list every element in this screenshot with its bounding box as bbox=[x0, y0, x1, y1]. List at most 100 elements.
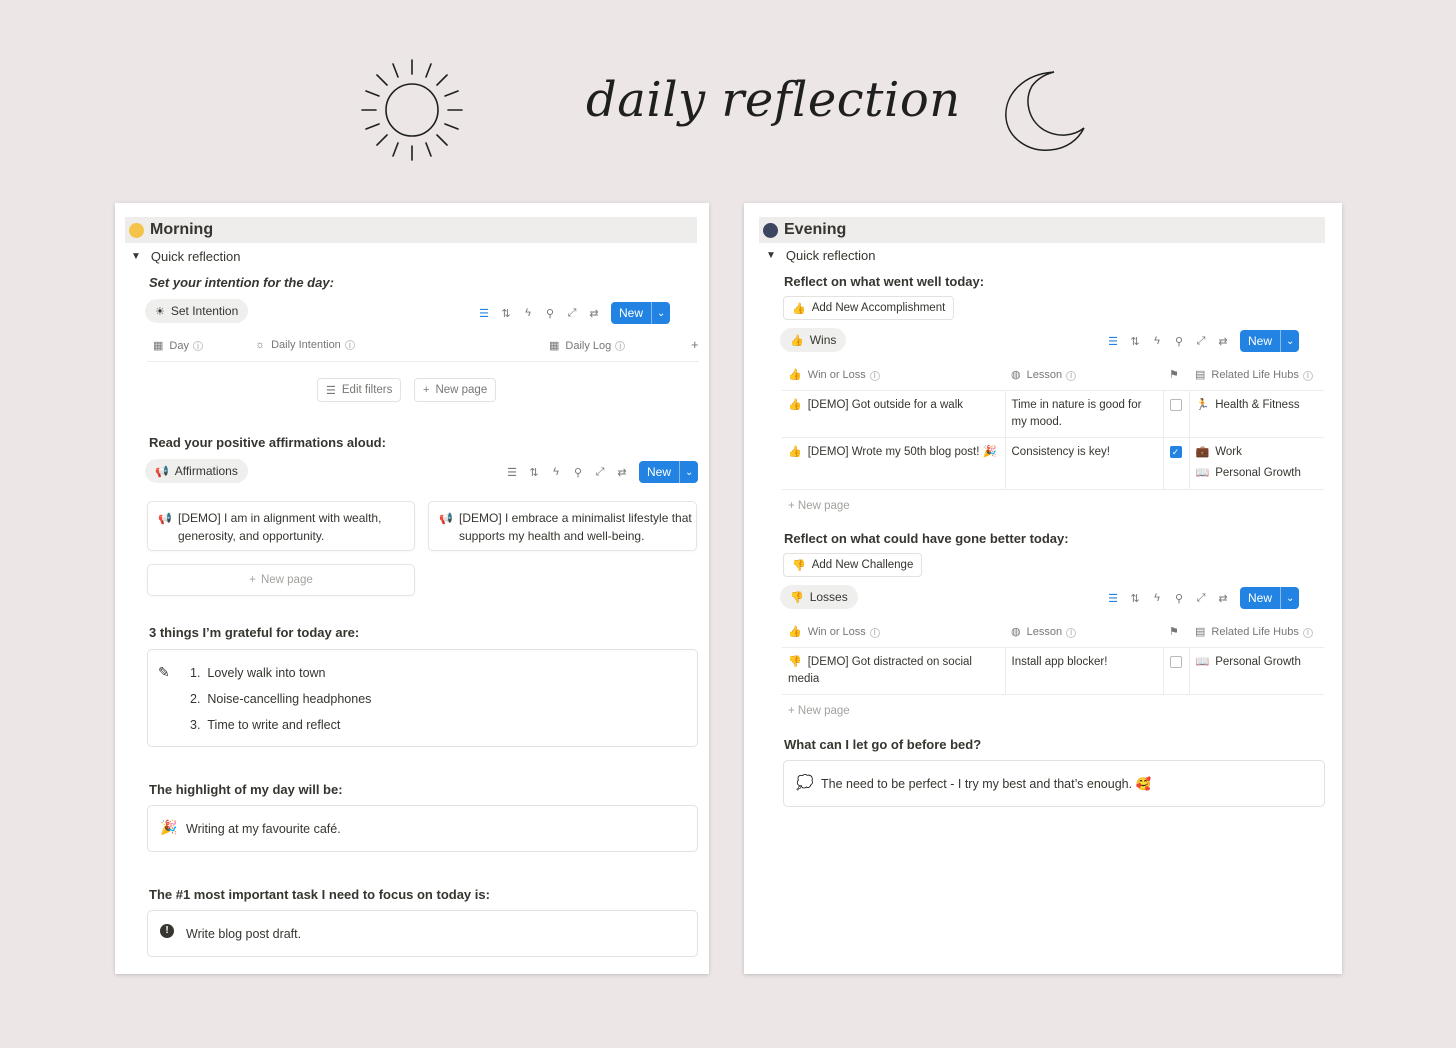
checkbox-checked[interactable]: ✓ bbox=[1169, 445, 1182, 458]
hubs-cell[interactable]: 📖 Personal Growth bbox=[1188, 647, 1324, 695]
col-daily-intention[interactable]: ☼ Daily Intention i bbox=[255, 339, 355, 351]
info-icon: i bbox=[869, 627, 880, 638]
let-go-question: What can I let go of before bed? bbox=[784, 737, 982, 752]
lesson-cell[interactable]: Time in nature is good for my mood. bbox=[1004, 390, 1163, 438]
losses-view-tab[interactable]: 👎 Losses bbox=[780, 585, 858, 609]
party-popper-icon: 🎉 bbox=[160, 819, 178, 835]
new-page-card[interactable]: + New page bbox=[147, 564, 415, 596]
col-flag[interactable]: ⚑ bbox=[1163, 618, 1189, 648]
automation-icon[interactable]: ϟ bbox=[545, 466, 567, 478]
chevron-down-icon[interactable]: ⌄ bbox=[1280, 587, 1299, 609]
sort-icon[interactable]: ⇅ bbox=[523, 466, 545, 479]
checkbox-cell[interactable]: ✓ bbox=[1162, 437, 1189, 490]
new-page-row[interactable]: + New page bbox=[782, 489, 1324, 521]
chevron-down-icon[interactable]: ⌄ bbox=[1280, 330, 1299, 352]
lesson-cell[interactable]: Consistency is key! bbox=[1004, 437, 1163, 490]
filter-icon: ☰ bbox=[326, 384, 336, 397]
expand-icon[interactable]: ⤢ bbox=[589, 466, 611, 479]
table-row[interactable]: 👍 [DEMO] Wrote my 50th blog post! 🎉 Consi… bbox=[782, 437, 1324, 490]
table-row[interactable]: 👎 [DEMO] Got distracted on social media I… bbox=[782, 647, 1324, 695]
quick-reflection-toggle[interactable]: ▼ Quick reflection bbox=[131, 249, 241, 264]
col-related-life-hubs[interactable]: ▤ Related Life Hubs i bbox=[1189, 618, 1324, 648]
automation-icon[interactable]: ϟ bbox=[1146, 592, 1168, 604]
checkbox[interactable] bbox=[1169, 398, 1182, 411]
search-icon[interactable]: ⚲ bbox=[1168, 335, 1190, 348]
chevron-down-icon[interactable]: ⌄ bbox=[679, 461, 698, 483]
sort-icon[interactable]: ⇅ bbox=[495, 307, 517, 320]
col-lesson[interactable]: ◍ Lesson i bbox=[1005, 361, 1163, 391]
sort-icon[interactable]: ⇅ bbox=[1124, 335, 1146, 348]
new-button[interactable]: New ⌄ bbox=[1240, 330, 1300, 352]
chevron-down-icon[interactable]: ⌄ bbox=[651, 302, 670, 324]
add-accomplishment-button[interactable]: 👍 Add New Accomplishment bbox=[783, 296, 955, 320]
col-related-life-hubs[interactable]: ▤ Related Life Hubs i bbox=[1189, 361, 1324, 391]
hub-tag[interactable]: 📖 Personal Growth bbox=[1196, 465, 1319, 482]
search-icon[interactable]: ⚲ bbox=[539, 307, 561, 320]
hubs-cell[interactable]: 💼 Work 📖 Personal Growth bbox=[1188, 437, 1324, 490]
wins-view-tab[interactable]: 👍 Wins bbox=[780, 328, 847, 352]
new-page-button[interactable]: + New page bbox=[414, 378, 497, 402]
highlight-callout[interactable]: 🎉 Writing at my favourite café. bbox=[147, 805, 698, 852]
expand-icon[interactable]: ⤢ bbox=[561, 307, 583, 320]
triangle-down-icon[interactable]: ▼ bbox=[766, 250, 776, 261]
search-icon[interactable]: ⚲ bbox=[1168, 592, 1190, 605]
info-icon: i bbox=[192, 340, 203, 351]
new-button[interactable]: New ⌄ bbox=[639, 461, 699, 483]
checkbox[interactable] bbox=[1169, 655, 1182, 668]
task-question: The #1 most important task I need to foc… bbox=[149, 887, 490, 902]
expand-icon[interactable]: ⤢ bbox=[1190, 335, 1212, 348]
task-callout[interactable]: ! Write blog post draft. bbox=[147, 910, 698, 957]
col-lesson[interactable]: ◍ Lesson i bbox=[1005, 618, 1163, 648]
affirmations-toolbar: ☰ ⇅ ϟ ⚲ ⤢ ⇄ New ⌄ bbox=[501, 461, 699, 483]
col-flag[interactable]: ⚑ bbox=[1163, 361, 1189, 391]
settings-icon[interactable]: ⇄ bbox=[611, 466, 633, 479]
set-intention-view-tab[interactable]: ☀ Set Intention bbox=[145, 299, 249, 323]
affirmation-card[interactable]: 📢 [DEMO] I am in alignment with wealth, … bbox=[147, 501, 415, 551]
sun-small-icon: ☀ bbox=[155, 305, 165, 318]
thumbs-down-icon: 👎 bbox=[790, 591, 804, 604]
win-name-cell[interactable]: 👍 [DEMO] Wrote my 50th blog post! 🎉 bbox=[782, 437, 1005, 490]
affirmation-card[interactable]: 📢 [DEMO] I embrace a minimalist lifestyl… bbox=[428, 501, 697, 551]
hubs-cell[interactable]: 🏃 Health & Fitness bbox=[1188, 390, 1324, 438]
col-win-or-loss[interactable]: 👍 Win or Loss i bbox=[782, 618, 1005, 648]
new-button[interactable]: New ⌄ bbox=[1240, 587, 1300, 609]
add-column-icon[interactable]: + bbox=[691, 337, 699, 352]
checkbox-cell[interactable] bbox=[1162, 647, 1189, 695]
expand-icon[interactable]: ⤢ bbox=[1190, 592, 1212, 605]
settings-icon[interactable]: ⇄ bbox=[1212, 335, 1234, 348]
settings-icon[interactable]: ⇄ bbox=[1212, 592, 1234, 605]
loss-name-cell[interactable]: 👎 [DEMO] Got distracted on social media bbox=[782, 647, 1005, 695]
night-icon bbox=[763, 222, 778, 238]
filter-icon[interactable]: ☰ bbox=[501, 466, 523, 479]
automation-icon[interactable]: ϟ bbox=[1146, 335, 1168, 347]
new-button[interactable]: New ⌄ bbox=[611, 302, 671, 324]
search-icon[interactable]: ⚲ bbox=[567, 466, 589, 479]
calendar-icon: ▦ bbox=[549, 340, 560, 352]
col-daily-log[interactable]: ▦ Daily Log i bbox=[549, 339, 626, 352]
filter-icon[interactable]: ☰ bbox=[1102, 335, 1124, 348]
triangle-down-icon[interactable]: ▼ bbox=[131, 251, 141, 262]
new-page-row[interactable]: + New page bbox=[782, 694, 1324, 726]
win-name-cell[interactable]: 👍 [DEMO] Got outside for a walk bbox=[782, 390, 1005, 438]
hub-tag[interactable]: 🏃 Health & Fitness bbox=[1196, 397, 1319, 414]
grateful-callout[interactable]: ✎ 1. Lovely walk into town 2. Noise-canc… bbox=[147, 649, 698, 747]
quick-reflection-toggle[interactable]: ▼ Quick reflection bbox=[766, 248, 876, 263]
sort-icon[interactable]: ⇅ bbox=[1124, 592, 1146, 605]
filter-icon[interactable]: ☰ bbox=[1102, 592, 1124, 605]
affirmations-view-tab[interactable]: 📢 Affirmations bbox=[145, 459, 248, 483]
hub-tag[interactable]: 📖 Personal Growth bbox=[1196, 654, 1319, 671]
checkbox-cell[interactable] bbox=[1162, 390, 1189, 438]
edit-filters-button[interactable]: ☰ Edit filters bbox=[317, 378, 402, 402]
filter-icon[interactable]: ☰ bbox=[473, 307, 495, 320]
col-win-or-loss[interactable]: 👍 Win or Loss i bbox=[782, 361, 1005, 391]
table-row[interactable]: 👍 [DEMO] Got outside for a walk Time in n… bbox=[782, 390, 1324, 438]
add-challenge-button[interactable]: 👎 Add New Challenge bbox=[783, 553, 923, 577]
col-day[interactable]: ▦ Day i bbox=[153, 339, 203, 352]
automation-icon[interactable]: ϟ bbox=[517, 307, 539, 319]
thumbs-up-icon: 👍 bbox=[788, 446, 802, 458]
hub-tag[interactable]: 💼 Work bbox=[1196, 444, 1319, 461]
let-go-callout[interactable]: 💭 The need to be perfect - I try my best… bbox=[783, 760, 1325, 807]
plus-icon: + bbox=[788, 705, 798, 717]
lesson-cell[interactable]: Install app blocker! bbox=[1004, 647, 1163, 695]
settings-icon[interactable]: ⇄ bbox=[583, 307, 605, 320]
